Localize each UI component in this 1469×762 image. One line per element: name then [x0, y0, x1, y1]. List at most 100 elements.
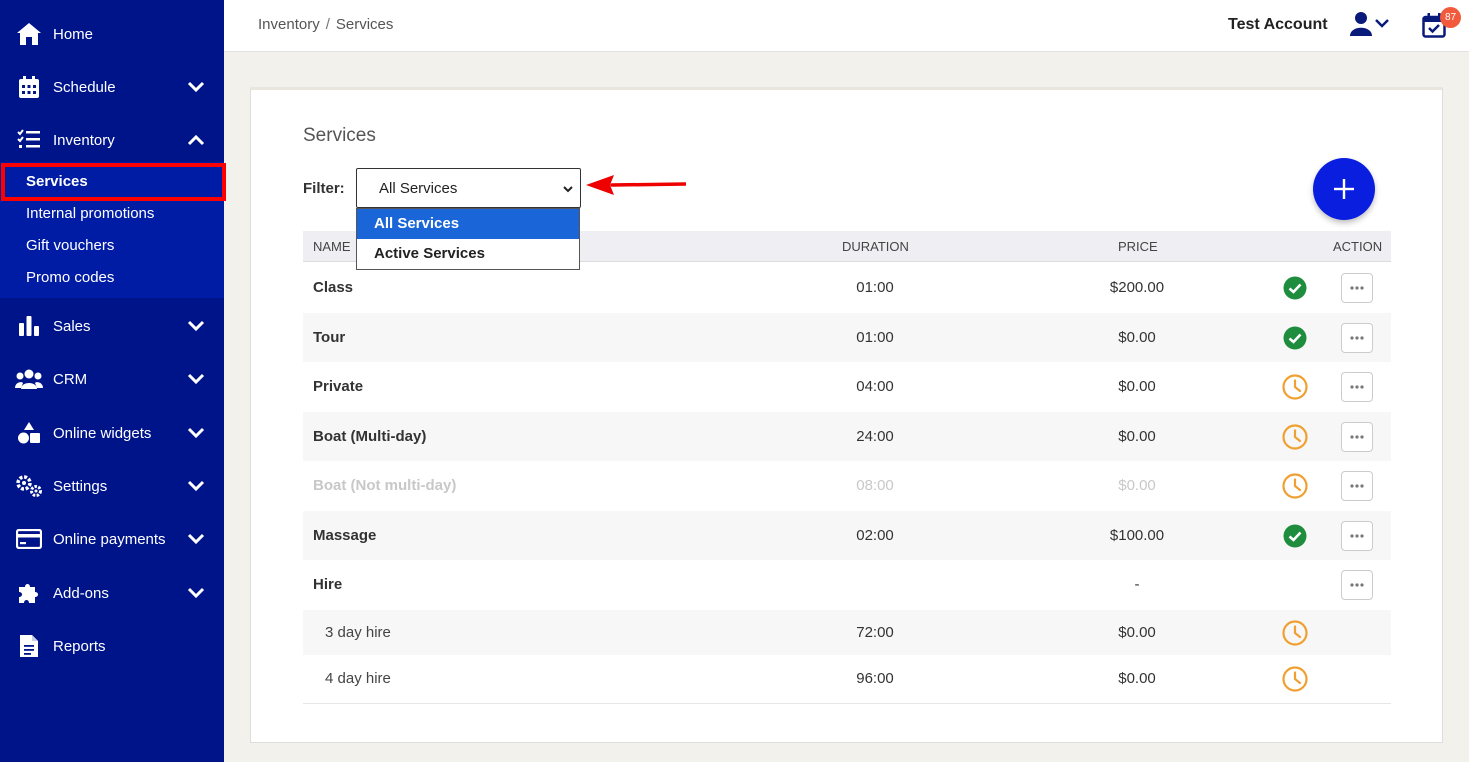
ellipsis-icon	[1350, 286, 1364, 290]
pending-clock-icon	[1282, 666, 1308, 692]
sidebar-item-reports[interactable]: Reports	[0, 626, 224, 666]
chevron-down-icon[interactable]	[186, 369, 206, 389]
ellipsis-icon	[1350, 484, 1364, 488]
filter-select[interactable]: All Services	[356, 168, 581, 208]
add-service-button[interactable]	[1313, 158, 1375, 220]
row-actions-button[interactable]	[1341, 273, 1373, 303]
row-actions-button[interactable]	[1341, 421, 1373, 452]
column-header-price[interactable]: PRICE	[1118, 239, 1158, 254]
service-name[interactable]: 4 day hire	[325, 670, 391, 687]
sidebar-item-label: Home	[53, 25, 94, 43]
sidebar-item-label: Reports	[53, 637, 106, 655]
notification-badge: 87	[1440, 7, 1461, 28]
annotation-arrow-icon	[586, 175, 686, 195]
sidebar-item-label: Online payments	[53, 530, 166, 548]
users-icon	[15, 365, 43, 393]
service-name[interactable]: Tour	[313, 329, 345, 346]
puzzle-icon	[15, 579, 43, 607]
column-header-name[interactable]: NAME	[313, 239, 351, 254]
table-row[interactable]: Private 04:00 $0.00	[303, 362, 1391, 412]
table-row[interactable]: Hire -	[303, 560, 1391, 610]
sidebar-item-online-widgets[interactable]: Online widgets	[0, 413, 224, 453]
sidebar-item-label: Inventory	[53, 131, 115, 149]
column-header-action: ACTION	[1333, 239, 1383, 254]
filter-option-all-services[interactable]: All Services	[357, 209, 579, 239]
chevron-down-icon	[563, 186, 573, 193]
breadcrumb: Inventory / Services	[258, 16, 393, 33]
row-actions-button[interactable]	[1341, 520, 1373, 551]
checklist-icon	[15, 126, 43, 154]
sidebar-subitem-internal-promotions[interactable]: Internal promotions	[26, 205, 154, 222]
pending-clock-icon	[1282, 374, 1308, 400]
ellipsis-icon	[1350, 434, 1364, 439]
sidebar-item-settings[interactable]: Settings	[0, 466, 224, 506]
active-check-icon	[1283, 326, 1307, 349]
row-actions-button[interactable]	[1341, 322, 1373, 353]
service-name[interactable]: Massage	[313, 527, 376, 544]
sidebar-item-home[interactable]: Home	[0, 14, 224, 54]
sidebar-item-online-payments[interactable]: Online payments	[0, 519, 224, 559]
plus-icon	[1334, 179, 1354, 199]
ellipsis-icon	[1350, 385, 1364, 389]
filter-dropdown-menu: All Services Active Services	[356, 208, 580, 270]
bar-chart-icon	[15, 312, 43, 340]
credit-card-icon	[15, 525, 43, 553]
table-subrow[interactable]: 3 day hire 72:00 $0.00	[303, 610, 1391, 655]
service-name[interactable]: Class	[313, 279, 353, 296]
chevron-down-icon[interactable]	[186, 77, 206, 97]
annotation-highlight-box	[1, 163, 226, 201]
sidebar-item-label: Schedule	[53, 78, 116, 96]
breadcrumb-item-inventory[interactable]: Inventory	[258, 16, 320, 33]
table-row[interactable]: Tour 01:00 $0.00	[303, 313, 1391, 362]
sidebar-item-crm[interactable]: CRM	[0, 359, 224, 399]
sidebar-item-schedule[interactable]: Schedule	[0, 67, 224, 107]
filter-label: Filter:	[303, 180, 345, 197]
chevron-up-icon[interactable]	[186, 130, 206, 150]
sidebar-item-sales[interactable]: Sales	[0, 306, 224, 346]
user-icon[interactable]	[1350, 11, 1372, 37]
breadcrumb-separator: /	[325, 16, 330, 33]
sidebar-item-add-ons[interactable]: Add-ons	[0, 573, 224, 613]
sidebar-subitem-gift-vouchers[interactable]: Gift vouchers	[26, 237, 114, 254]
account-name[interactable]: Test Account	[1228, 16, 1328, 34]
chevron-down-icon[interactable]	[186, 583, 206, 603]
sidebar-item-inventory[interactable]: Inventory	[0, 120, 224, 160]
column-header-duration[interactable]: DURATION	[842, 239, 909, 254]
top-bar: Inventory / Services Test Account 87	[224, 0, 1469, 52]
sidebar-subitem-promo-codes[interactable]: Promo codes	[26, 269, 114, 286]
sidebar-item-label: Add-ons	[53, 584, 109, 602]
chevron-down-icon[interactable]	[186, 316, 206, 336]
chevron-down-icon[interactable]	[1374, 15, 1390, 31]
services-card: Services Filter: All Services All Servic…	[250, 87, 1443, 743]
table-bottom-border	[303, 703, 1391, 704]
row-actions-button[interactable]	[1341, 570, 1373, 600]
document-icon	[15, 632, 43, 660]
active-check-icon	[1283, 276, 1307, 300]
service-name[interactable]: Boat (Multi-day)	[313, 428, 426, 445]
service-name[interactable]: 3 day hire	[325, 624, 391, 641]
table-row[interactable]: Boat (Multi-day) 24:00 $0.00	[303, 412, 1391, 461]
pending-clock-icon	[1282, 423, 1308, 450]
ellipsis-icon	[1350, 335, 1364, 340]
table-row[interactable]: Massage 02:00 $100.00	[303, 511, 1391, 560]
chevron-down-icon[interactable]	[186, 529, 206, 549]
filter-option-active-services[interactable]: Active Services	[357, 239, 579, 269]
page-title: Services	[303, 125, 376, 146]
home-icon	[15, 20, 43, 48]
chevron-down-icon[interactable]	[186, 423, 206, 443]
breadcrumb-item-services: Services	[335, 16, 394, 33]
chevron-down-icon[interactable]	[186, 476, 206, 496]
gears-icon	[15, 472, 43, 500]
service-name[interactable]: Private	[313, 378, 363, 395]
table-subrow[interactable]: 4 day hire 96:00 $0.00	[303, 655, 1391, 703]
sidebar-item-label: Settings	[53, 477, 108, 495]
row-actions-button[interactable]	[1341, 471, 1373, 501]
service-name[interactable]: Hire	[313, 576, 342, 593]
table-row[interactable]: Class 01:00 $200.00	[303, 263, 1391, 313]
service-name[interactable]: Boat (Not multi-day)	[313, 477, 456, 494]
pending-clock-icon	[1282, 473, 1308, 499]
ellipsis-icon	[1350, 533, 1364, 538]
calendar-icon	[15, 73, 43, 101]
table-row[interactable]: Boat (Not multi-day) 08:00 $0.00	[303, 461, 1391, 511]
row-actions-button[interactable]	[1341, 372, 1373, 402]
